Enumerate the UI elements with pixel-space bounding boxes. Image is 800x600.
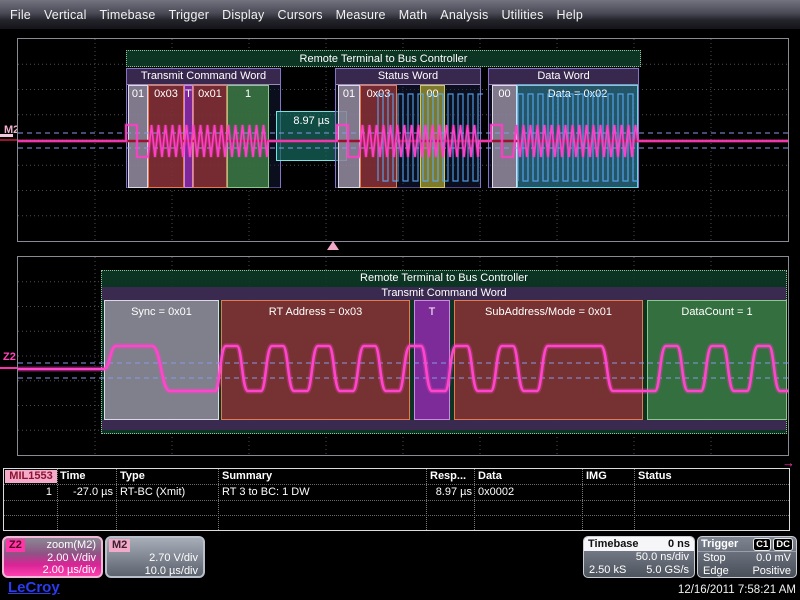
protocol-badge[interactable]: MIL1553 bbox=[5, 470, 57, 483]
cell-resp: 8.97 µs bbox=[404, 486, 472, 498]
m2-level-indicator[interactable] bbox=[0, 134, 13, 137]
cell-summary: RT 3 to BC: 1 DW bbox=[222, 486, 310, 498]
m2-descriptor-box[interactable]: M2 2.70 V/div 10.0 µs/div bbox=[105, 536, 205, 578]
menu-vertical[interactable]: Vertical bbox=[44, 8, 87, 22]
z2-chip: Z2 bbox=[6, 539, 25, 552]
trigger-mode: Stop bbox=[703, 552, 726, 565]
timebase-offset: 0 ns bbox=[668, 538, 690, 551]
col-img: IMG bbox=[586, 470, 607, 482]
trigger-slope: Positive bbox=[752, 565, 791, 578]
waveform-m2 bbox=[18, 39, 788, 241]
trigger-coupling-badge: DC bbox=[773, 538, 793, 551]
menu-help[interactable]: Help bbox=[557, 8, 584, 22]
waveform-panel-m2: Remote Terminal to Bus Controller Transm… bbox=[17, 38, 789, 242]
col-time: Time bbox=[60, 470, 85, 482]
col-data: Data bbox=[478, 470, 502, 482]
lecroy-logo: LeCroy bbox=[8, 579, 60, 596]
menu-bar: File Vertical Timebase Trigger Display C… bbox=[0, 0, 800, 30]
trigger-title: Trigger bbox=[701, 538, 751, 551]
z2-tdiv: 2.00 µs/div bbox=[4, 564, 101, 577]
trigger-source-badge: C1 bbox=[753, 538, 771, 551]
z2-vdiv: 2.00 V/div bbox=[4, 552, 101, 565]
menu-display[interactable]: Display bbox=[222, 8, 264, 22]
z2-descriptor-box[interactable]: Z2 zoom(M2) 2.00 V/div 2.00 µs/div bbox=[2, 536, 103, 578]
trigger-descriptor-box[interactable]: Trigger C1 DC Stop 0.0 mV Edge Positive bbox=[697, 536, 797, 578]
menu-cursors[interactable]: Cursors bbox=[278, 8, 323, 22]
trigger-level: 0.0 mV bbox=[756, 552, 791, 565]
waveform-panel-z2: Remote Terminal to Bus Controller Transm… bbox=[17, 256, 789, 456]
col-resp: Resp... bbox=[430, 470, 466, 482]
trigger-position-marker[interactable] bbox=[327, 241, 339, 250]
m2-vdiv: 2.70 V/div bbox=[107, 552, 203, 565]
cell-time: -27.0 µs bbox=[59, 486, 113, 498]
timebase-title: Timebase bbox=[588, 538, 639, 551]
menu-analysis[interactable]: Analysis bbox=[440, 8, 488, 22]
menu-timebase[interactable]: Timebase bbox=[100, 8, 156, 22]
menu-math[interactable]: Math bbox=[399, 8, 428, 22]
datetime-display: 12/16/2011 7:58:21 AM bbox=[678, 584, 796, 596]
cell-index: 1 bbox=[4, 486, 52, 498]
menu-file[interactable]: File bbox=[10, 8, 31, 22]
timebase-rate: 5.0 GS/s bbox=[646, 564, 689, 577]
oscilloscope-screen: File Vertical Timebase Trigger Display C… bbox=[0, 0, 800, 600]
m2-tdiv: 10.0 µs/div bbox=[107, 565, 203, 578]
cell-type: RT-BC (Xmit) bbox=[120, 486, 185, 498]
menu-trigger[interactable]: Trigger bbox=[169, 8, 210, 22]
z2-baseline-stub bbox=[0, 367, 17, 369]
menu-measure[interactable]: Measure bbox=[336, 8, 386, 22]
timebase-samples: 2.50 kS bbox=[589, 564, 626, 577]
menu-utilities[interactable]: Utilities bbox=[501, 8, 543, 22]
col-type: Type bbox=[120, 470, 145, 482]
col-summary: Summary bbox=[222, 470, 272, 482]
col-status: Status bbox=[638, 470, 672, 482]
m2-baseline-stub bbox=[0, 139, 17, 141]
timebase-tdiv: 50.0 ns/div bbox=[584, 551, 694, 564]
z2-trace-label: Z2 bbox=[3, 351, 16, 363]
decode-result-table: MIL1553 Time Type Summary Resp... Data I… bbox=[3, 468, 790, 531]
waveform-z2 bbox=[18, 257, 788, 455]
trigger-type: Edge bbox=[703, 565, 729, 578]
timebase-descriptor-box[interactable]: Timebase 0 ns 50.0 ns/div 2.50 kS 5.0 GS… bbox=[583, 536, 695, 578]
m2-chip: M2 bbox=[109, 539, 130, 552]
cell-data: 0x0002 bbox=[478, 486, 514, 498]
